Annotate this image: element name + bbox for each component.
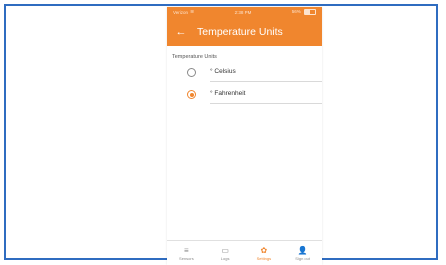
- phone-screen: Verizon ≋ 2:38 PM 56% ← Temperature Unit…: [167, 7, 322, 265]
- nav-label-logs: Logs: [220, 255, 230, 261]
- radio-fahrenheit[interactable]: [187, 90, 196, 99]
- option-label-fahrenheit: ° Fahrenheit: [210, 90, 246, 97]
- battery-icon: [303, 9, 316, 15]
- nav-label-settings: Settings: [256, 255, 272, 261]
- carrier-label: Verizon: [173, 9, 189, 15]
- battery-percent: 56%: [291, 9, 301, 15]
- nav-label-sign-out: Sign out: [295, 255, 310, 261]
- divider: [210, 81, 322, 82]
- status-time: 2:38 PM: [234, 9, 252, 15]
- bottom-nav: ≡ Sensors ▭ Logs ✿ Settings 👤 Sign out: [167, 240, 322, 265]
- app-bar: ← Temperature Units: [167, 17, 322, 46]
- back-arrow-icon[interactable]: ←: [173, 26, 189, 38]
- divider: [210, 103, 322, 104]
- option-celsius[interactable]: ° Celsius: [167, 64, 322, 82]
- option-fahrenheit[interactable]: ° Fahrenheit: [167, 86, 322, 104]
- section-label: Temperature Units: [172, 54, 217, 60]
- status-left: Verizon ≋: [173, 9, 194, 15]
- page-title: Temperature Units: [197, 25, 283, 38]
- option-label-celsius: ° Celsius: [210, 68, 236, 75]
- sensors-icon: ≡: [184, 245, 189, 255]
- wifi-icon: ≋: [190, 9, 195, 15]
- folder-icon: ▭: [221, 245, 229, 255]
- nav-logs[interactable]: ▭ Logs: [207, 246, 243, 261]
- radio-celsius[interactable]: [187, 68, 196, 77]
- gear-icon: ✿: [260, 245, 268, 255]
- nav-sign-out[interactable]: 👤 Sign out: [285, 246, 321, 261]
- person-icon: 👤: [297, 245, 308, 255]
- nav-settings[interactable]: ✿ Settings: [246, 246, 282, 261]
- nav-label-sensors: Sensors: [179, 255, 194, 261]
- nav-sensors[interactable]: ≡ Sensors: [168, 246, 204, 261]
- status-right: 56%: [292, 9, 316, 15]
- status-bar: Verizon ≋ 2:38 PM 56%: [167, 7, 322, 17]
